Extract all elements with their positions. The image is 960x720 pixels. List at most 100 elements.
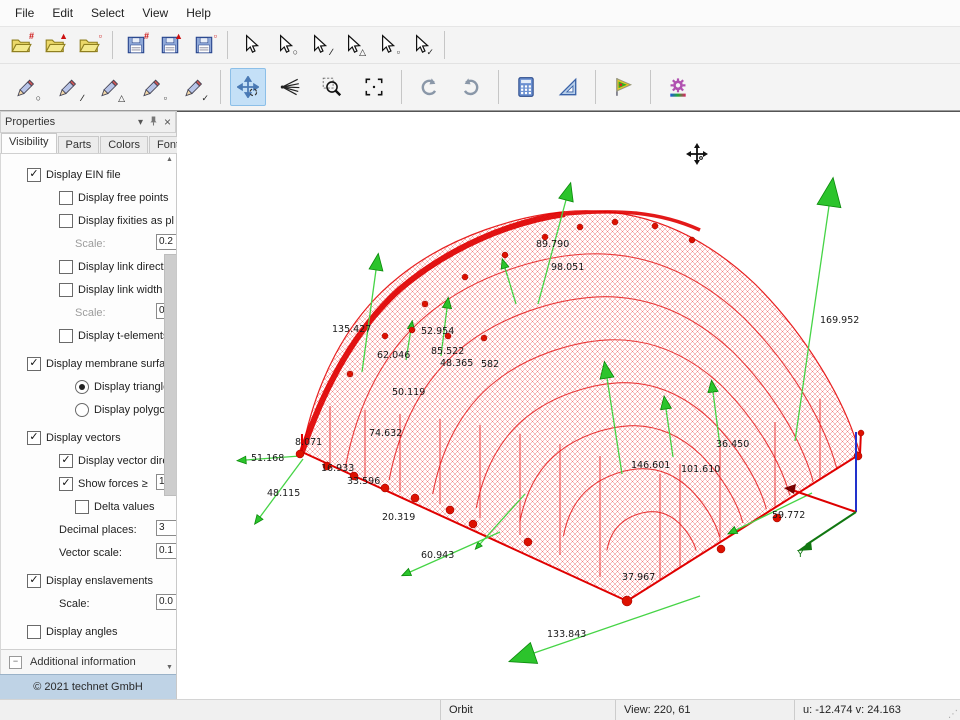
scroll-up-icon[interactable]: ▲	[166, 154, 173, 166]
option-label: Display link directio	[78, 261, 172, 273]
open-square-file-button[interactable]: ▫	[74, 30, 104, 60]
menu-item-select[interactable]: Select	[82, 3, 133, 23]
scrollbar-track[interactable]	[164, 166, 175, 662]
open-triangle-file-button[interactable]: ▲	[40, 30, 70, 60]
save-triangle-file-button[interactable]: ▲	[155, 30, 185, 60]
option-label: Display vectors	[46, 432, 121, 444]
fit-view-button[interactable]	[356, 68, 392, 106]
checkbox[interactable]: ✓	[59, 454, 73, 468]
status-empty	[0, 700, 440, 720]
option-label: Delta values	[94, 501, 155, 513]
checkbox[interactable]	[75, 500, 89, 514]
cursor-icon	[376, 34, 398, 56]
option-label: Display fixities as pl	[78, 215, 174, 227]
force-label: 51.168	[251, 453, 284, 464]
checkbox[interactable]: ✓	[27, 357, 41, 371]
option-row: ✓Display enslavements	[1, 569, 176, 592]
overlay-glyph: ▫	[397, 48, 400, 57]
option-label: Display free points	[78, 192, 169, 204]
checkbox[interactable]: ✓	[27, 431, 41, 445]
checkbox[interactable]	[59, 214, 73, 228]
select-squares-button[interactable]: ▫	[372, 30, 402, 60]
panel-scrollbar[interactable]: ▲ ▼	[163, 154, 176, 674]
checkbox[interactable]: ✓	[59, 477, 73, 491]
checkbox[interactable]	[59, 283, 73, 297]
calculate-button[interactable]	[508, 68, 544, 106]
option-row: Scale:0.2	[1, 232, 176, 255]
resize-grip[interactable]: ⋰	[946, 700, 960, 720]
menu-item-help[interactable]: Help	[177, 3, 220, 23]
radio-button[interactable]	[75, 380, 89, 394]
overlay-glyph: #	[144, 32, 149, 41]
draw-check-button[interactable]: ✓	[175, 68, 211, 106]
menu-item-view[interactable]: View	[133, 3, 177, 23]
force-label: 135.427	[332, 324, 371, 335]
toolbar-separator	[498, 70, 499, 104]
menu-item-edit[interactable]: Edit	[43, 3, 82, 23]
checkbox[interactable]	[59, 191, 73, 205]
save-square-file-button[interactable]: ▫	[189, 30, 219, 60]
select-check-button[interactable]: ✓	[406, 30, 436, 60]
checkbox[interactable]: ✓	[27, 168, 41, 182]
scroll-down-icon[interactable]: ▼	[166, 662, 173, 674]
rays-tool-button[interactable]	[272, 68, 308, 106]
option-row: Display free points	[1, 186, 176, 209]
toolbar-separator	[444, 31, 445, 59]
menu-item-file[interactable]: File	[6, 3, 43, 23]
settings-gear-button[interactable]	[660, 68, 696, 106]
select-points-button[interactable]: ○	[270, 30, 300, 60]
tab-colors[interactable]: Colors	[100, 136, 148, 153]
toolbar-separator	[220, 70, 221, 104]
draw-points-button[interactable]: ○	[7, 68, 43, 106]
overlay-glyph: ∕	[81, 94, 83, 103]
status-uv: u: -12.474 v: 24.163	[794, 700, 946, 720]
tab-parts[interactable]: Parts	[58, 136, 100, 153]
select-lines-button[interactable]: ∕	[304, 30, 334, 60]
force-label: 101.610	[681, 464, 720, 475]
force-label: 50.119	[392, 387, 425, 398]
checkbox[interactable]	[59, 260, 73, 274]
redo-button[interactable]	[453, 68, 489, 106]
measure-button[interactable]	[550, 68, 586, 106]
vector-arrowhead	[255, 515, 263, 525]
cursor-icon	[240, 34, 262, 56]
save-ein-file-button[interactable]: #	[121, 30, 151, 60]
checkbox[interactable]	[27, 625, 41, 639]
draw-triangles-button[interactable]: △	[91, 68, 127, 106]
scene-canvas[interactable]: 89.79098.051135.42752.95485.52262.04648.…	[177, 112, 960, 699]
option-label: Scale:	[75, 307, 106, 319]
force-label: 48.115	[267, 488, 300, 499]
panel-menu-icon[interactable]: ▾	[138, 117, 143, 128]
select-triangles-button[interactable]: △	[338, 30, 368, 60]
tab-visibility[interactable]: Visibility	[1, 133, 57, 153]
checkbox[interactable]: ✓	[27, 574, 41, 588]
option-row: ✓Display vector direc	[1, 449, 176, 472]
option-row: Scale:0.0	[1, 592, 176, 615]
close-icon[interactable]: ×	[164, 115, 171, 129]
radio-button[interactable]	[75, 403, 89, 417]
force-label: 85.522	[431, 346, 464, 357]
additional-information-section[interactable]: − Additional information	[1, 649, 176, 674]
rays-icon	[279, 76, 301, 98]
orbit-tool-button[interactable]	[230, 68, 266, 106]
force-label: 8.071	[295, 437, 322, 448]
floppy-icon	[193, 34, 215, 56]
draw-squares-button[interactable]: ▫	[133, 68, 169, 106]
vector-arrowhead	[369, 253, 383, 271]
open-ein-file-button[interactable]: #	[6, 30, 36, 60]
viewport-3d[interactable]: 89.79098.051135.42752.95485.52262.04648.…	[177, 111, 960, 699]
pin-icon[interactable]	[149, 115, 158, 130]
force-label: 16.933	[321, 463, 354, 474]
setsquare-icon	[557, 76, 579, 98]
scrollbar-thumb[interactable]	[164, 254, 176, 496]
checkbox[interactable]	[59, 329, 73, 343]
draw-lines-button[interactable]: ∕	[49, 68, 85, 106]
force-label: 98.051	[551, 262, 584, 273]
run-flag-button[interactable]	[605, 68, 641, 106]
option-label: Vector scale:	[59, 547, 122, 559]
zoom-tool-button[interactable]	[314, 68, 350, 106]
option-label: Display link width	[78, 284, 162, 296]
select-cursor-button[interactable]	[236, 30, 266, 60]
undo-button[interactable]	[411, 68, 447, 106]
option-row: Vector scale:0.1	[1, 541, 176, 564]
